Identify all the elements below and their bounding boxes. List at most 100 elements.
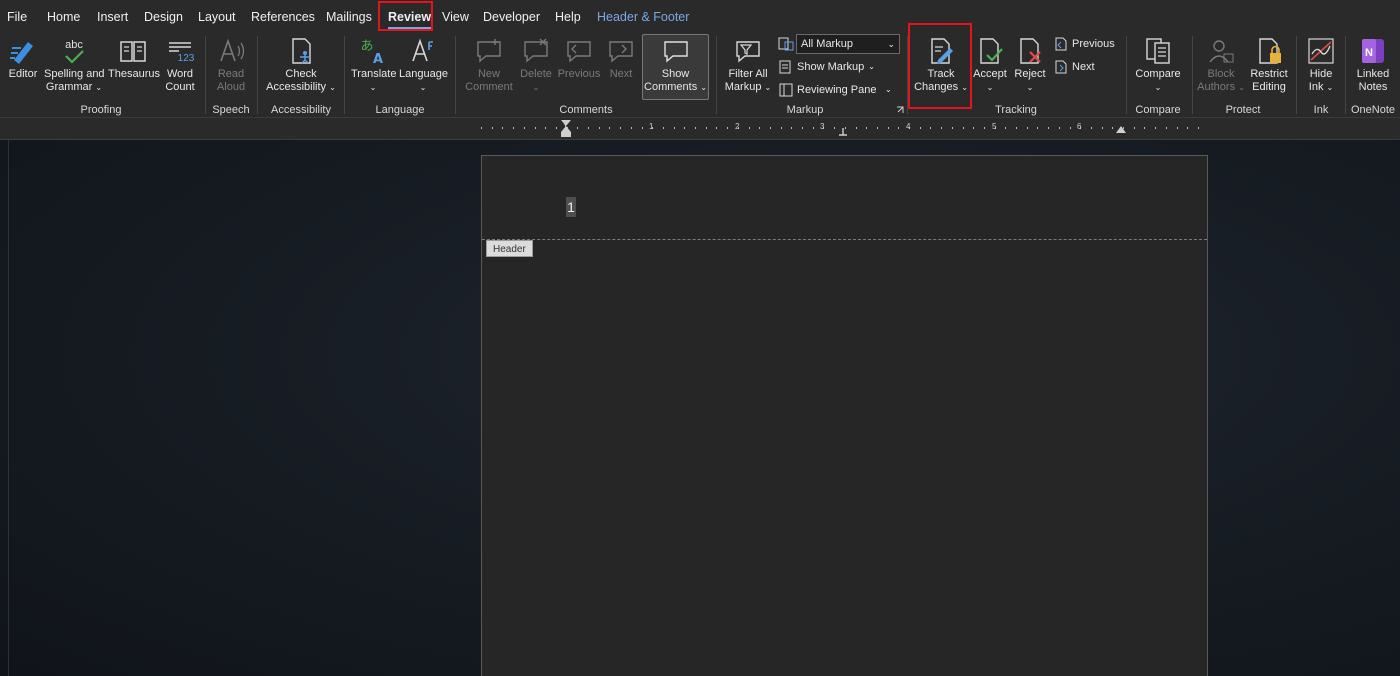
header-label-tag: Header [486,240,533,257]
ruler-tick [856,127,857,129]
reviewing-pane-dropdown[interactable]: ⌄ [885,81,892,99]
header-boundary-line [482,239,1207,240]
ruler-tick [770,127,771,129]
block-authors-icon [1209,40,1234,63]
ruler-tick [524,127,525,129]
show-comments-button[interactable]: Show Comments ⌄ [642,34,709,100]
track-changes-button[interactable]: Track Changes ⌄ [914,36,968,94]
word-count-button[interactable]: 123 Word Count [162,36,198,94]
ruler-tick [620,127,621,129]
reject-button[interactable]: Reject ⌄ [1012,36,1048,94]
tab-developer[interactable]: Developer [483,8,540,26]
ruler-tick [877,127,878,129]
tab-file[interactable]: File [7,8,27,26]
group-label-tracking: Tracking [995,104,1037,116]
ruler-number: 2 [735,122,740,131]
spelling-grammar-button[interactable]: abc Spelling and Grammar ⌄ [44,36,105,94]
dialog-launcher-icon[interactable] [896,106,904,114]
ruler-tick [984,127,985,129]
ruler-tick [1005,127,1006,129]
compare-icon [1146,38,1170,64]
ribbon-divider [907,36,908,114]
restrict-editing-button[interactable]: Restrict Editing [1247,36,1291,94]
editor-icon [10,42,33,64]
translate-button[interactable]: あ A Translate ⌄ [351,36,396,94]
tab-help[interactable]: Help [555,8,581,26]
chevron-down-icon: ⌄ [419,83,427,92]
block-authors-button[interactable]: Block Authors ⌄ [1197,36,1245,94]
ruler-tick [642,127,643,129]
chevron-down-icon: ⌄ [1326,83,1334,92]
page-number[interactable]: 1 [566,197,576,217]
tab-design[interactable]: Design [144,8,183,26]
tab-home[interactable]: Home [47,8,80,26]
group-label-protect: Protect [1225,104,1261,116]
ribbon-divider [257,36,258,114]
next-change-icon [1055,60,1067,74]
reviewing-pane-button[interactable]: Reviewing Pane [779,81,877,99]
ruler-tick [1155,127,1156,129]
ruler-tick [1198,127,1199,129]
ruler-tick [888,127,889,129]
hide-ink-button[interactable]: Hide Ink ⌄ [1302,36,1340,94]
document-page[interactable]: 1 Header [481,155,1208,676]
ruler-tick [631,127,632,129]
previous-change-button[interactable]: Previous [1054,35,1115,53]
tab-references[interactable]: References [251,8,315,26]
group-label-comments: Comments [559,104,613,116]
right-indent-marker-icon[interactable] [1115,125,1127,134]
read-aloud-button[interactable]: Read Aloud [211,36,251,94]
accessibility-check-icon [292,38,311,64]
onenote-icon: N [1362,39,1384,63]
svg-text:123: 123 [178,53,195,64]
ruler-number: 3 [820,122,825,131]
previous-comment-button[interactable]: Previous [557,36,601,81]
tab-view[interactable]: View [442,8,469,26]
ruler-tick [609,127,610,129]
indent-marker-icon[interactable] [560,119,572,139]
ruler-tick [813,127,814,129]
language-button[interactable]: Language ⌄ [399,36,448,94]
ruler-tick [973,127,974,129]
tab-mailings[interactable]: Mailings [326,8,372,26]
accept-button[interactable]: Accept ⌄ [972,36,1008,94]
ruler-tick [492,127,493,129]
ruler-tick [920,127,921,129]
ruler-tick [545,127,546,129]
ruler-tick [866,127,867,129]
ruler-tick [684,127,685,129]
linked-notes-button[interactable]: N Linked Notes [1350,36,1396,94]
ruler-tick [1134,127,1135,129]
ruler-tick [588,127,589,129]
accept-change-icon [980,38,1003,64]
compare-button[interactable]: Compare ⌄ [1133,36,1183,94]
ruler-tick [706,127,707,129]
ribbon-divider [716,36,717,114]
next-comment-button[interactable]: Next [604,36,638,81]
next-comment-icon [609,41,633,63]
thesaurus-button[interactable]: Thesaurus [108,36,160,81]
show-markup-button[interactable]: Show Markup ⌄ [779,58,875,76]
new-comment-button[interactable]: New Comment [463,36,515,94]
ruler-tick [663,127,664,129]
ribbon-divider [344,36,345,114]
group-label-markup: Markup [786,104,824,116]
ruler-tick [791,127,792,129]
tab-layout[interactable]: Layout [198,8,236,26]
tab-stop-icon[interactable] [838,128,848,136]
tab-insert[interactable]: Insert [97,8,128,26]
check-accessibility-button[interactable]: Check Accessibility ⌄ [264,36,338,94]
editor-button[interactable]: Editor [6,36,40,81]
book-icon [120,41,146,62]
hide-ink-icon [1308,38,1334,64]
next-change-button[interactable]: Next [1054,58,1095,76]
filter-all-markup-button[interactable]: Filter All Markup ⌄ [722,36,774,94]
tab-header-footer[interactable]: Header & Footer [597,8,689,26]
markup-view-select[interactable]: All Markup ⌄ [796,34,900,54]
svg-text:あ: あ [360,39,373,54]
ribbon-divider [1192,36,1193,114]
horizontal-ruler[interactable]: 1 1 2 3 4 5 6 [0,118,1400,140]
tab-review[interactable]: Review [388,8,432,29]
svg-text:A: A [373,52,383,66]
delete-comment-button[interactable]: Delete ⌄ [518,36,554,94]
